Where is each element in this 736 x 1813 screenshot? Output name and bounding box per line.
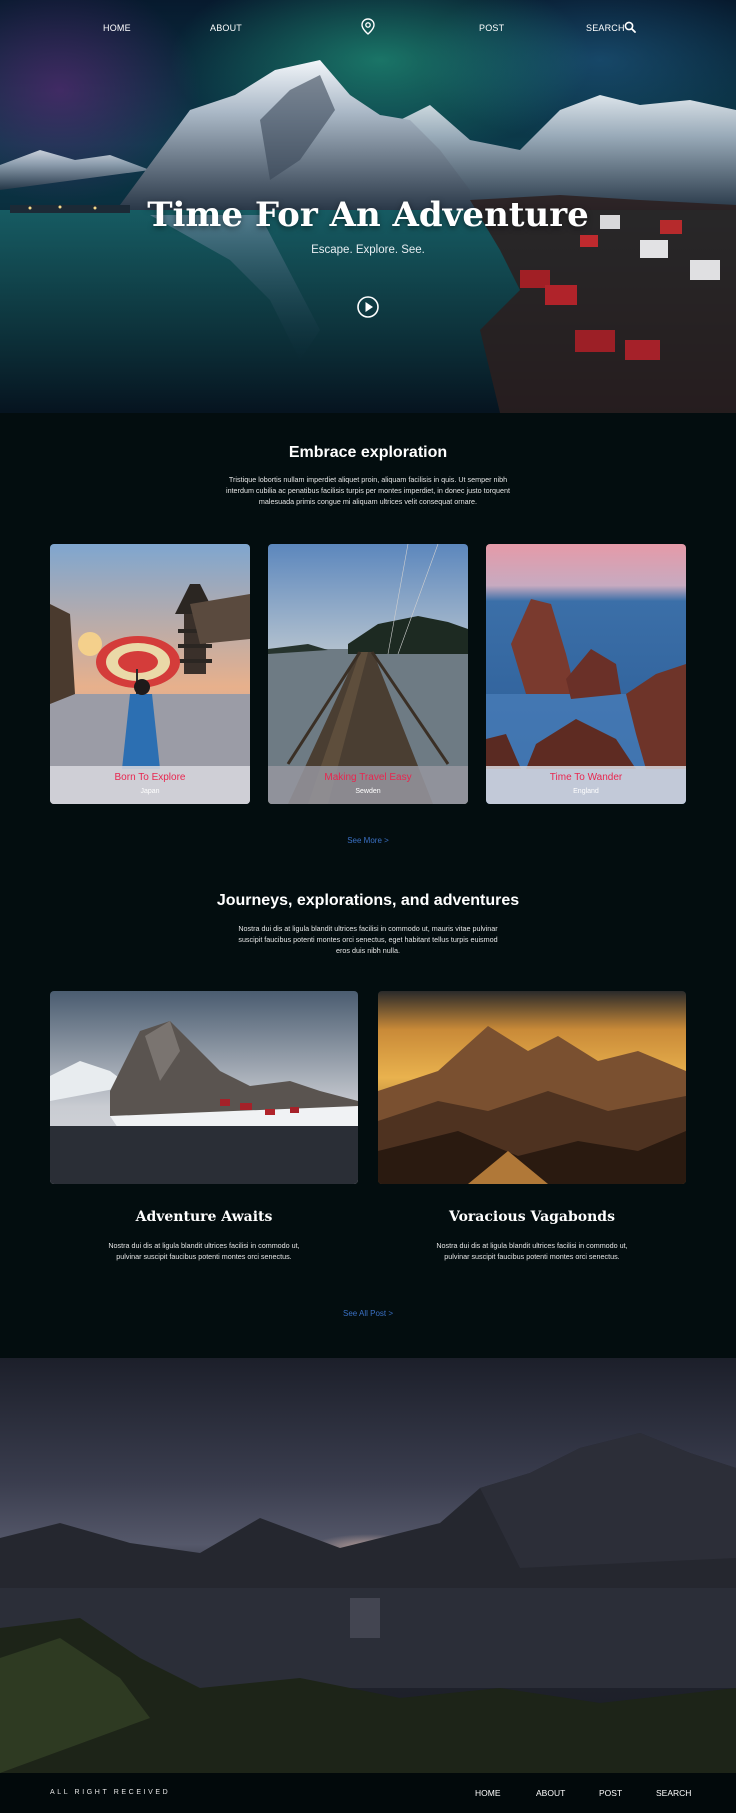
- card-photo-japan: [50, 544, 250, 804]
- card-title[interactable]: Making Travel Easy: [268, 772, 468, 783]
- footer-copyright: ALL RIGHT RECEIVED: [50, 1789, 171, 1796]
- card-photo-england: [486, 544, 686, 804]
- post-title[interactable]: Voracious Vagabonds: [378, 1209, 686, 1225]
- see-all-posts-link[interactable]: See All Post >: [0, 1309, 736, 1318]
- footer-about-link[interactable]: ABOUT: [536, 1788, 565, 1798]
- post-excerpt-line: Nostra dui dis at ligula blandit ultrice…: [436, 1241, 628, 1250]
- journeys-text-line: Nostra dui dis at ligula blandit ultrice…: [238, 924, 498, 933]
- top-nav: HOME ABOUT POST SEARCH: [0, 18, 736, 42]
- footer-home-link[interactable]: HOME: [475, 1788, 501, 1798]
- hero-title: Time For An Adventure: [147, 195, 589, 235]
- post-photo-lofoten: [50, 991, 358, 1184]
- nav-post-link[interactable]: POST: [479, 23, 504, 33]
- card-subtitle: England: [573, 788, 599, 795]
- card-caption: Making Travel Easy Sewden: [268, 766, 468, 804]
- post-excerpt: Nostra dui dis at ligula blandit ultrice…: [50, 1240, 358, 1262]
- search-icon[interactable]: [624, 21, 636, 35]
- destination-card-japan[interactable]: Born To Explore Japan: [50, 544, 250, 804]
- card-subtitle: Sewden: [355, 788, 381, 795]
- footer-post-link[interactable]: POST: [599, 1788, 622, 1798]
- explore-text-line: Tristique lobortis nullam imperdiet aliq…: [228, 475, 508, 484]
- explore-text-line: interdum cubilia ac penatibus facilisis …: [225, 486, 511, 495]
- post-excerpt: Nostra dui dis at ligula blandit ultrice…: [378, 1240, 686, 1262]
- post-excerpt-line: Nostra dui dis at ligula blandit ultrice…: [108, 1241, 300, 1250]
- nav-search-link[interactable]: SEARCH: [586, 23, 625, 33]
- card-title[interactable]: Time To Wander: [486, 772, 686, 783]
- journeys-section-title: Journeys, explorations, and adventures: [216, 892, 520, 909]
- nav-home-link[interactable]: HOME: [103, 23, 131, 33]
- card-caption: Born To Explore Japan: [50, 766, 250, 804]
- card-photo-sweden: [268, 544, 468, 804]
- see-more-link[interactable]: See More >: [0, 836, 736, 845]
- post-image-vagabonds[interactable]: [378, 991, 686, 1184]
- play-icon[interactable]: [356, 295, 380, 323]
- explore-section-text: Tristique lobortis nullam imperdiet aliq…: [168, 474, 568, 507]
- post-title[interactable]: Adventure Awaits: [50, 1209, 358, 1225]
- destination-card-england[interactable]: Time To Wander England: [486, 544, 686, 804]
- footer-search-link[interactable]: SEARCH: [656, 1788, 691, 1798]
- post-image-adventure[interactable]: [50, 991, 358, 1184]
- card-caption: Time To Wander England: [486, 766, 686, 804]
- journeys-text-line: eros duis nibh nulla.: [336, 946, 400, 955]
- footer: ALL RIGHT RECEIVED HOME ABOUT POST SEARC…: [0, 1773, 736, 1813]
- post-excerpt-line: pulvinar suscipit faucibus potenti monte…: [116, 1252, 292, 1261]
- location-pin-icon[interactable]: [360, 18, 376, 38]
- post-excerpt-line: pulvinar suscipit faucibus potenti monte…: [444, 1252, 620, 1261]
- card-subtitle: Japan: [140, 788, 160, 795]
- destination-card-sweden[interactable]: Making Travel Easy Sewden: [268, 544, 468, 804]
- nav-about-link[interactable]: ABOUT: [210, 23, 242, 33]
- footer-landscape-image: [0, 1358, 736, 1773]
- hero-subtitle: Escape. Explore. See.: [311, 244, 425, 256]
- hero-section: HOME ABOUT POST SEARCH Time For An Adven…: [0, 0, 736, 413]
- card-title[interactable]: Born To Explore: [50, 772, 250, 783]
- explore-text-line: malesuada primis congue mi aliquam ultri…: [258, 497, 478, 506]
- explore-section-title: Embrace exploration: [288, 444, 448, 461]
- post-photo-desert-mountains: [378, 991, 686, 1184]
- journeys-text-line: suscipit faucibus potenti montes orci se…: [238, 935, 498, 944]
- journeys-section-text: Nostra dui dis at ligula blandit ultrice…: [208, 923, 528, 956]
